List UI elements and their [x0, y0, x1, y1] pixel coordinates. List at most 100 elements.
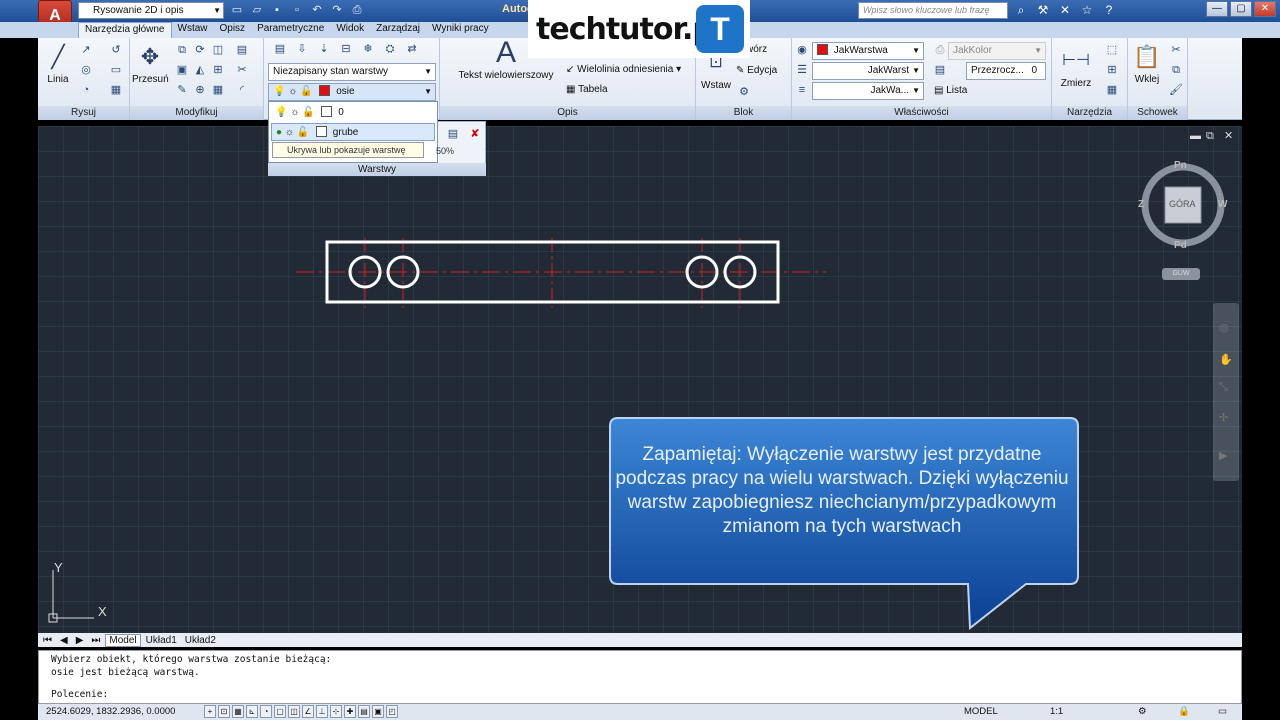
join-icon[interactable]: ⊕ [192, 82, 208, 98]
otrack-icon[interactable]: ∠ [302, 705, 314, 718]
panel-block-label[interactable]: Blok [696, 106, 791, 120]
redo-icon[interactable]: ↷ [328, 2, 346, 19]
viewport-close-icon[interactable]: ✕ [1224, 129, 1233, 142]
panel-draw-label[interactable]: Rysuj [38, 106, 129, 120]
cut-icon[interactable]: ✂ [1168, 42, 1184, 58]
lineweight-select[interactable]: JakWarst ▼ [812, 62, 924, 80]
viewcube-north[interactable]: Pn [1174, 160, 1187, 171]
new-icon[interactable]: ▭ [228, 2, 246, 19]
offset-icon[interactable]: ⊞ [210, 62, 226, 78]
grid-toggle-icon[interactable]: ▦ [232, 705, 244, 718]
fillet-icon[interactable]: ◜ [234, 82, 250, 98]
table-button[interactable]: ▦ Tabela [566, 84, 608, 95]
array-icon[interactable]: ▤ [234, 42, 250, 58]
layer-off-icon[interactable]: ⇣ [316, 41, 332, 57]
viewcube[interactable]: Pn Pd Z W GÓRA [1138, 160, 1228, 251]
viewcube-south[interactable]: Pd [1174, 240, 1187, 251]
tab-insert[interactable]: Wstaw [172, 22, 214, 38]
layer-row[interactable]: 💡 ☼ 🔓 0 [271, 104, 435, 122]
rectangle-icon[interactable]: ▭ [108, 62, 124, 78]
move-button[interactable]: ✥ Przesuń [132, 44, 169, 85]
multileader-button[interactable]: ↙ Wielolinia odniesienia ▾ [566, 64, 681, 75]
circle-icon[interactable]: ◎ [78, 62, 94, 78]
color-select[interactable]: JakWarstwa ▼ [812, 42, 924, 60]
arc-icon[interactable]: ◔ [78, 82, 94, 98]
rotate-icon[interactable]: ⟳ [192, 42, 208, 58]
lwt-icon[interactable]: ✚ [344, 705, 356, 718]
panel-properties-label[interactable]: Właściwości [792, 106, 1051, 120]
3dosnap-icon[interactable]: ◫ [288, 705, 300, 718]
tab-layout2[interactable]: Układ2 [182, 635, 219, 646]
plot-style-select[interactable]: JakKolor ▼ [948, 42, 1046, 60]
tab-manage[interactable]: Zarządzaj [370, 22, 426, 38]
binoculars-icon[interactable]: ⌕ [1012, 2, 1030, 19]
showmotion-icon[interactable]: ▶ [1219, 449, 1227, 462]
steering-wheel-icon[interactable]: ◎ [1219, 321, 1229, 334]
viewcube-east[interactable]: W [1218, 199, 1227, 210]
snap-icon[interactable]: ⊡ [218, 705, 230, 718]
layer-delete-icon[interactable]: ✘ [467, 126, 483, 142]
save-as-icon[interactable]: ▫ [288, 2, 306, 19]
tab-home[interactable]: Narzędzia główne [78, 22, 172, 38]
paste-button[interactable]: 📋 Wklej [1130, 44, 1164, 85]
layer-unlock-icon[interactable]: ⇄ [404, 41, 420, 57]
print-icon[interactable]: ⎙ [348, 2, 366, 19]
clean-screen-icon[interactable]: ▭ [1218, 704, 1227, 720]
trim-icon[interactable]: ✂ [234, 62, 250, 78]
polyline-icon[interactable]: ↗ [78, 42, 94, 58]
tab-nav-first-icon[interactable]: ⏮ [40, 635, 55, 646]
tab-nav-next-icon[interactable]: ▶ [73, 635, 87, 646]
navigation-bar[interactable]: ◎ ✋ ⤡ ✢ ▶ [1213, 303, 1239, 481]
panel-layers-label[interactable]: Warstwy [268, 163, 486, 176]
layer-row[interactable]: ● ☼ 🔓 grube [271, 123, 435, 141]
save-icon[interactable]: ▪ [268, 2, 286, 19]
search-input[interactable]: Wpisz słowo kluczowe lub frazę [858, 2, 1008, 19]
annotation-scale[interactable]: 1:1 [1050, 704, 1063, 720]
undo-icon[interactable]: ↶ [308, 2, 326, 19]
panel-clipboard-label[interactable]: Schowek [1128, 106, 1187, 120]
ducs-icon[interactable]: ⊥ [316, 705, 328, 718]
polar-icon[interactable]: ◔ [260, 705, 272, 718]
copy-clip-icon[interactable]: ⧉ [1168, 62, 1184, 78]
mirror-icon[interactable]: ◫ [210, 42, 226, 58]
wcs-menu[interactable]: GUW [1162, 268, 1200, 280]
layer-isolate-icon[interactable]: ⊟ [338, 41, 354, 57]
star-icon[interactable]: ☆ [1078, 2, 1096, 19]
undo-arc-icon[interactable]: ↺ [108, 42, 124, 58]
help-icon[interactable]: ? [1100, 2, 1118, 19]
panel-utilities-label[interactable]: Narzędzia [1052, 106, 1127, 120]
viewport-restore-icon[interactable]: ⧉ [1206, 130, 1214, 143]
edit-icon[interactable]: ✎ [174, 82, 190, 98]
drawing-area[interactable]: ▬ ⧉ ✕ Pn Pd Z W GÓRA GUW Y X [38, 126, 1242, 633]
select-similar-icon[interactable]: ⊞ [1104, 62, 1120, 78]
exchange-icon[interactable]: ✕ [1056, 2, 1074, 19]
list-button[interactable]: ▤ Lista [934, 85, 967, 96]
tab-nav-prev-icon[interactable]: ◀ [57, 635, 71, 646]
layer-match-icon[interactable]: ⇩ [294, 41, 310, 57]
pan-icon[interactable]: ✋ [1219, 353, 1233, 366]
scale-icon[interactable]: ◭ [192, 62, 208, 78]
layer-walk-icon[interactable]: ▤ [445, 126, 461, 142]
stretch-icon[interactable]: ▣ [174, 62, 190, 78]
tab-model[interactable]: Model [105, 633, 141, 647]
command-line[interactable]: Wybierz obiekt, którego warstwa zostanie… [38, 650, 1242, 704]
minimize-icon[interactable]: — [1206, 1, 1228, 17]
layer-state-select[interactable]: Niezapisany stan warstwy ▼ [268, 63, 436, 81]
close-icon[interactable]: ✕ [1254, 1, 1276, 17]
ortho-icon[interactable]: ⊾ [246, 705, 258, 718]
tab-annotate[interactable]: Opisz [214, 22, 252, 38]
line-button[interactable]: ╱ Linia [42, 44, 74, 85]
osnap-icon[interactable]: ▢ [274, 705, 286, 718]
tab-nav-last-icon[interactable]: ⏭ [88, 635, 103, 646]
hatch-icon[interactable]: ▦ [108, 82, 124, 98]
tab-output[interactable]: Wyniki pracy [426, 22, 495, 38]
linetype-select[interactable]: JakWa... ▼ [812, 82, 924, 100]
layer-properties-icon[interactable]: ▤ [272, 41, 288, 57]
maximize-icon[interactable]: ▢ [1230, 1, 1252, 17]
qp-icon[interactable]: ▣ [372, 705, 384, 718]
workspace-gear-icon[interactable]: ⚙ [1138, 704, 1147, 720]
viewport-minimize-icon[interactable]: ▬ [1190, 130, 1201, 142]
panel-modify-label[interactable]: Modyfikuj [130, 106, 263, 120]
tab-layout1[interactable]: Układ1 [143, 635, 180, 646]
tools-icon[interactable]: ⚒ [1034, 2, 1052, 19]
